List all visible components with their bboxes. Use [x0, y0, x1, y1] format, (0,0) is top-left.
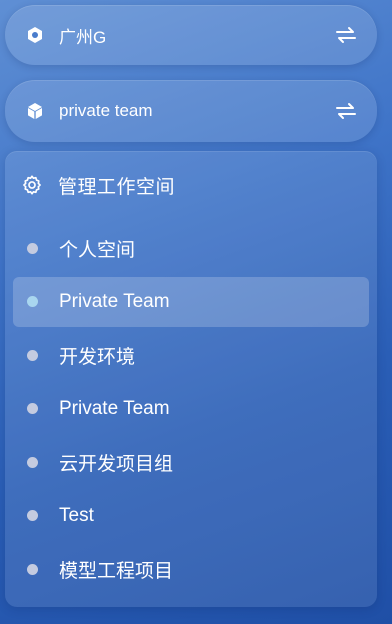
workspace-item-personal[interactable]: 个人空间: [13, 223, 369, 273]
workspace-item-private-team-active[interactable]: Private Team: [13, 276, 369, 327]
workspace-item-label: 模型工程项目: [59, 561, 174, 583]
manage-workspaces-link[interactable]: 管理工作空间: [21, 171, 175, 199]
workspace-item-label: 个人空间: [59, 239, 136, 261]
status-dot: [27, 403, 38, 415]
status-dot: [27, 456, 38, 468]
gear-icon: [21, 174, 43, 196]
workspace-item-test[interactable]: Test: [13, 491, 369, 541]
status-dot: [27, 349, 38, 361]
workspace-item-model-engineering[interactable]: 模型工程项目: [13, 545, 369, 595]
team-selector[interactable]: private team: [5, 80, 377, 142]
team-selector-label: private team: [59, 101, 153, 120]
workspace-item-cloud-dev-group[interactable]: 云开发项目组: [13, 437, 369, 487]
workspace-panel: 管理工作空间 个人空间 Private Team 开发环境 Private Te…: [5, 151, 377, 607]
workspace-item-label: 云开发项目组: [59, 453, 174, 475]
status-dot: [27, 510, 38, 522]
region-selector-label: 广州G: [59, 27, 107, 47]
status-dot: [27, 564, 38, 576]
manage-workspaces-title: 管理工作空间: [58, 176, 176, 198]
workspace-item-label: Private Team: [59, 397, 170, 419]
workspace-item-private-team[interactable]: Private Team: [13, 384, 369, 434]
cube-icon: [25, 101, 45, 121]
swap-arrows-icon[interactable]: [335, 100, 357, 122]
workspace-item-label: 开发环境: [59, 346, 136, 368]
workspace-item-dev-env[interactable]: 开发环境: [13, 330, 369, 380]
workspace-item-label: Test: [59, 504, 94, 526]
region-selector[interactable]: 广州G: [5, 5, 377, 65]
hexagon-icon: [25, 25, 45, 45]
workspace-list: 个人空间 Private Team 开发环境 Private Team 云开发项…: [13, 223, 369, 598]
workspace-item-label: Private Team: [59, 290, 170, 312]
status-dot: [27, 296, 38, 308]
status-dot: [27, 242, 38, 254]
swap-arrows-icon[interactable]: [335, 24, 357, 46]
